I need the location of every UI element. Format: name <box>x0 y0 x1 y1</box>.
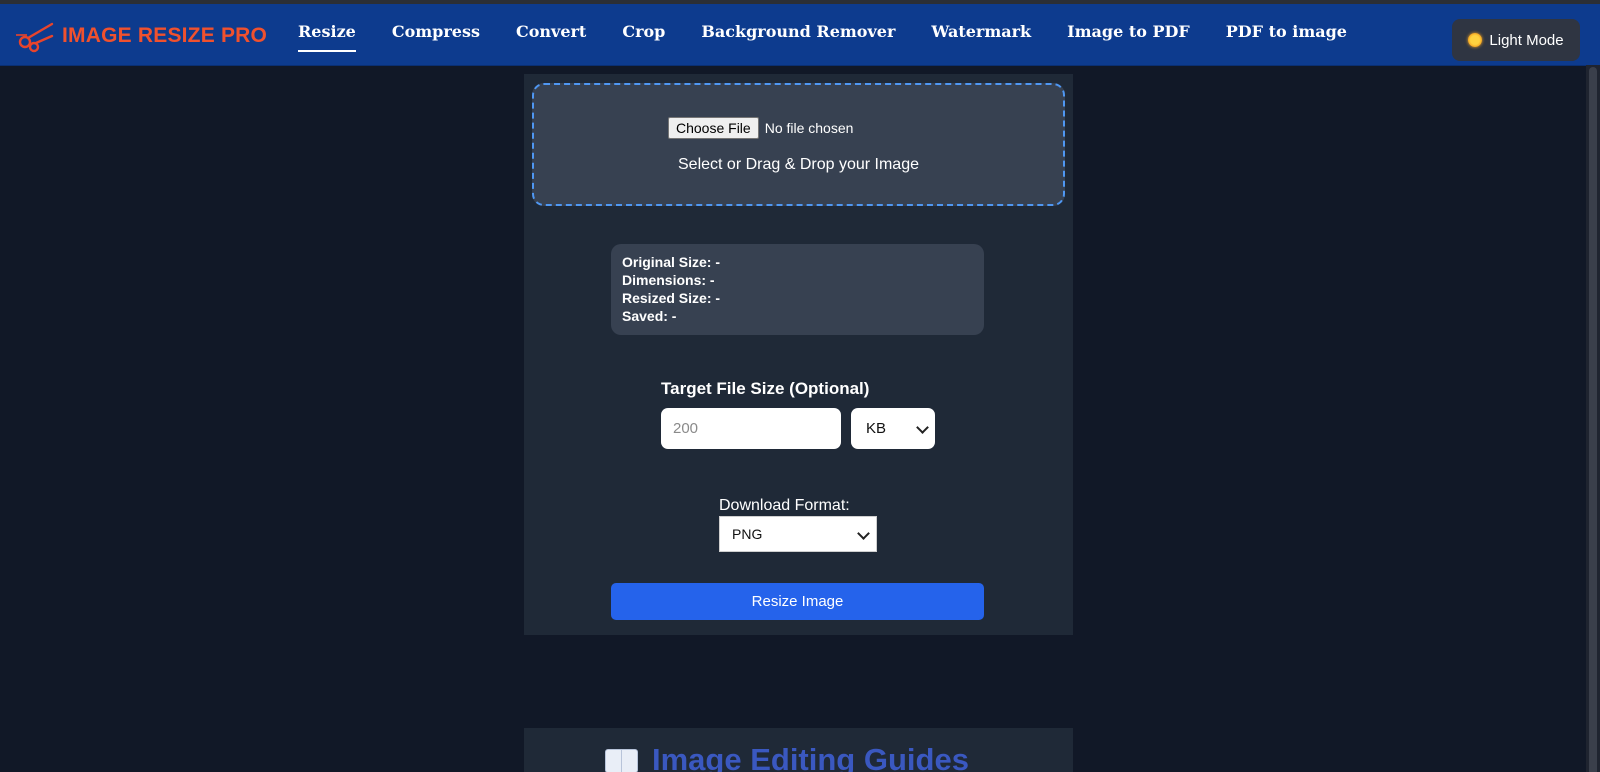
nav-resize[interactable]: Resize <box>298 4 356 65</box>
chevron-down-icon <box>916 421 929 434</box>
resize-card: Choose File No file chosen Select or Dra… <box>524 74 1073 635</box>
choose-file-button[interactable]: Choose File <box>668 117 759 139</box>
app-window: IMAGE RESIZE PRO Resize Compress Convert… <box>0 0 1600 772</box>
size-unit-select[interactable]: KB <box>851 408 935 449</box>
page-scrollbar[interactable] <box>1586 65 1600 772</box>
nav-compress[interactable]: Compress <box>392 4 480 65</box>
size-unit-value: KB <box>866 420 887 437</box>
scissors-icon <box>16 22 54 53</box>
guides-title-text: Image Editing Guides <box>652 742 969 772</box>
nav-convert[interactable]: Convert <box>516 4 586 65</box>
saved-amount: Saved: - <box>622 308 677 324</box>
target-size-label: Target File Size (Optional) <box>661 379 870 398</box>
main-nav: Resize Compress Convert Crop Background … <box>298 4 1383 65</box>
upload-dropzone[interactable]: Choose File No file chosen Select or Dra… <box>532 83 1065 206</box>
original-size: Original Size: - <box>622 254 721 270</box>
guides-section: Image Editing Guides <box>524 728 1073 772</box>
dimensions: Dimensions: - <box>622 272 715 288</box>
image-info-panel: Original Size: - Dimensions: - Resized S… <box>611 244 984 335</box>
download-format-value: PNG <box>732 526 763 542</box>
guides-heading: Image Editing Guides <box>604 742 969 772</box>
logo[interactable]: IMAGE RESIZE PRO <box>14 18 267 54</box>
nav-watermark[interactable]: Watermark <box>931 4 1031 65</box>
light-mode-label: Light Mode <box>1489 31 1564 49</box>
dropzone-instruction: Select or Drag & Drop your Image <box>678 156 919 173</box>
nav-background-remover[interactable]: Background Remover <box>701 4 895 65</box>
sun-icon <box>1468 33 1483 47</box>
resize-image-button[interactable]: Resize Image <box>611 583 984 620</box>
resized-size: Resized Size: - <box>622 290 721 306</box>
target-size-input[interactable] <box>661 408 841 449</box>
download-format-select[interactable]: PNG <box>719 516 877 552</box>
open-book-icon <box>604 747 638 772</box>
nav-pdf-to-image[interactable]: PDF to image <box>1226 4 1347 65</box>
logo-text: IMAGE RESIZE PRO <box>62 24 268 47</box>
top-navbar: IMAGE RESIZE PRO Resize Compress Convert… <box>0 4 1600 66</box>
nav-crop[interactable]: Crop <box>622 4 665 65</box>
chevron-down-icon <box>857 527 870 540</box>
scrollbar-thumb[interactable] <box>1589 67 1597 772</box>
nav-image-to-pdf[interactable]: Image to PDF <box>1067 4 1190 65</box>
file-input[interactable]: Choose File No file chosen <box>668 117 853 139</box>
file-status: No file chosen <box>764 120 854 136</box>
light-mode-button[interactable]: Light Mode <box>1452 19 1580 61</box>
download-format-label: Download Format: <box>719 497 850 514</box>
